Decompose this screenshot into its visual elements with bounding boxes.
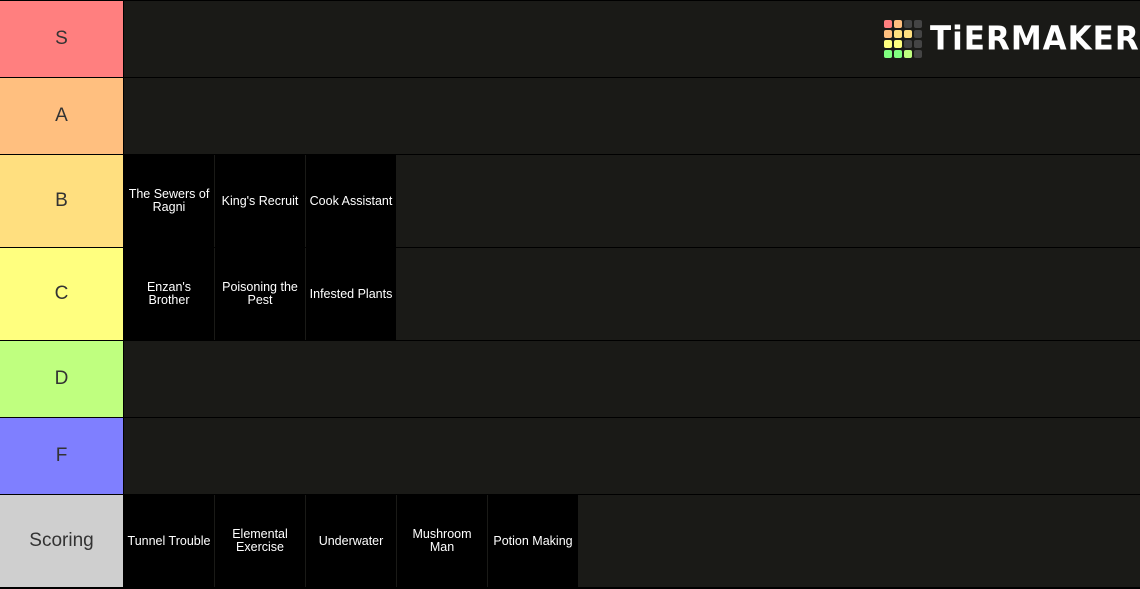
logo-grid-cell [894, 30, 902, 38]
tier-item[interactable]: Enzan's Brother [124, 248, 214, 340]
tier-item[interactable]: Tunnel Trouble [124, 495, 214, 587]
tier-row-d: D [0, 341, 1140, 417]
tier-item[interactable]: Mushroom Man [397, 495, 487, 587]
tier-row-b: B The Sewers of Ragni King's Recruit Coo… [0, 155, 1140, 247]
logo-grid-cell [914, 20, 922, 28]
tier-label-b[interactable]: B [0, 155, 124, 247]
tier-items-a[interactable] [124, 78, 1140, 154]
tier-items-c[interactable]: Enzan's Brother Poisoning the Pest Infes… [124, 248, 1140, 340]
logo-grid-cell [904, 20, 912, 28]
tier-row-c: C Enzan's Brother Poisoning the Pest Inf… [0, 248, 1140, 340]
logo-grid-cell [914, 50, 922, 58]
tier-item-label: Tunnel Trouble [127, 533, 211, 548]
tier-item-label: Infested Plants [309, 286, 393, 301]
logo-grid-cell [884, 40, 892, 48]
logo-grid-cell [894, 20, 902, 28]
tier-item-label: The Sewers of Ragni [128, 187, 210, 214]
tier-items-f[interactable] [124, 418, 1140, 494]
tier-item-label: Cook Assistant [309, 193, 393, 208]
logo-grid-cell [894, 40, 902, 48]
tier-item-label: Elemental Exercise [232, 527, 288, 554]
tier-label-s[interactable]: S [0, 1, 124, 77]
logo-grid-cell [904, 40, 912, 48]
logo-grid-cell [904, 30, 912, 38]
tier-item-label: Poisoning the Pest [222, 280, 298, 307]
tier-item[interactable]: The Sewers of Ragni [124, 155, 214, 247]
tier-items-b[interactable]: The Sewers of Ragni King's Recruit Cook … [124, 155, 1140, 247]
logo-grid-cell [904, 50, 912, 58]
logo-grid-cell [884, 50, 892, 58]
tier-row-f: F [0, 418, 1140, 494]
logo-grid-cell [884, 30, 892, 38]
tier-items-d[interactable] [124, 341, 1140, 417]
tier-item-label: Enzan's Brother [146, 280, 192, 307]
tier-label-scoring[interactable]: Scoring [0, 495, 124, 587]
logo-grid-icon [884, 20, 922, 58]
tier-item-label: King's Recruit [221, 193, 299, 208]
tier-item-label: Underwater [318, 533, 384, 548]
tier-item[interactable]: King's Recruit [215, 155, 305, 247]
tier-label-c[interactable]: C [0, 248, 124, 340]
tier-row-scoring: Scoring Tunnel Trouble Elemental Exercis… [0, 495, 1140, 587]
logo-grid-cell [884, 20, 892, 28]
tier-item[interactable]: Potion Making [488, 495, 578, 587]
tier-item[interactable]: Poisoning the Pest [215, 248, 305, 340]
tier-items-scoring[interactable]: Tunnel Trouble Elemental Exercise Underw… [124, 495, 1140, 587]
logo-grid-cell [894, 50, 902, 58]
tier-item[interactable]: Cook Assistant [306, 155, 396, 247]
tier-item-label: Mushroom Man [412, 527, 472, 554]
tier-item[interactable]: Infested Plants [306, 248, 396, 340]
tier-label-f[interactable]: F [0, 418, 124, 494]
tier-list: S A B The Sewers of Ragni King's Recruit… [0, 0, 1140, 589]
logo-text: TiERMAKER [930, 19, 1140, 58]
tier-item-label: Potion Making [493, 533, 573, 548]
tiermaker-logo: TiERMAKER [884, 20, 1140, 58]
tier-label-a[interactable]: A [0, 78, 124, 154]
tier-label-d[interactable]: D [0, 341, 124, 417]
tier-item[interactable]: Underwater [306, 495, 396, 587]
tier-item[interactable]: Elemental Exercise [215, 495, 305, 587]
tier-row-a: A [0, 78, 1140, 154]
logo-grid-cell [914, 30, 922, 38]
logo-grid-cell [914, 40, 922, 48]
